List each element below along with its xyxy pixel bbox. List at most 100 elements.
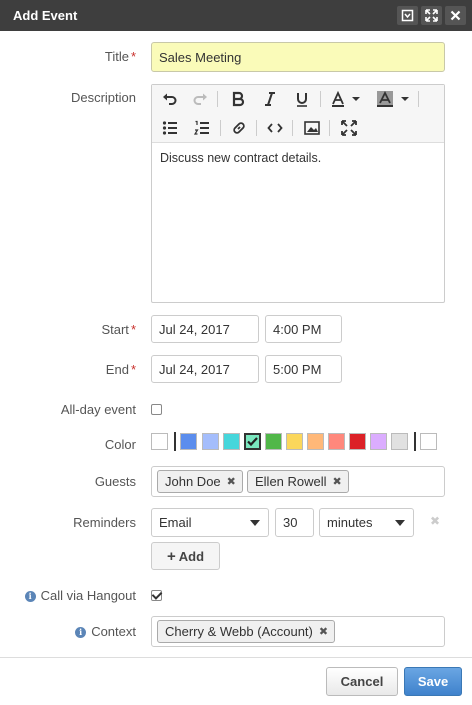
color-swatch[interactable] [328, 433, 345, 450]
dialog-footer [0, 657, 472, 705]
toolbar-separator [418, 91, 419, 107]
fullscreen-button[interactable] [339, 118, 359, 138]
editor-toolbar [152, 85, 444, 143]
italic-button[interactable] [260, 89, 280, 109]
redo-button[interactable] [190, 89, 210, 109]
minimize-button[interactable] [397, 6, 418, 25]
info-icon: i [75, 627, 87, 638]
underline-button[interactable] [292, 89, 312, 109]
allday-label: All-day event [60, 402, 136, 417]
color-swatch[interactable] [391, 433, 408, 450]
remove-reminder-icon[interactable]: ✖ [430, 514, 440, 528]
fullscreen-icon [341, 120, 357, 136]
hangout-label: i Call via Hangout [24, 588, 136, 603]
color-swatch[interactable] [202, 433, 219, 450]
context-label: i Context [75, 624, 136, 639]
background-color-icon [377, 91, 409, 107]
guest-tag-label: Ellen Rowell [255, 474, 327, 489]
context-input[interactable]: Cherry & Webb (Account) ✖ [151, 616, 445, 647]
undo-button[interactable] [160, 89, 180, 109]
end-time-input[interactable]: 5:00 PM [265, 355, 342, 383]
undo-icon [163, 93, 177, 105]
image-icon [304, 121, 320, 135]
hangout-checkbox[interactable] [151, 590, 162, 601]
color-palette-divider [174, 432, 176, 451]
maximize-icon [425, 9, 438, 22]
remove-guest-icon[interactable]: ✖ [227, 475, 236, 488]
guests-input[interactable]: John Doe ✖ Ellen Rowell ✖ [151, 466, 445, 497]
maximize-button[interactable] [421, 6, 442, 25]
code-button[interactable] [265, 118, 285, 138]
bold-button[interactable] [228, 89, 248, 109]
minimize-icon [401, 9, 414, 22]
link-button[interactable] [229, 118, 249, 138]
reminder-unit-select[interactable]: minutes [319, 508, 414, 537]
bold-icon [232, 91, 245, 107]
context-tag: Cherry & Webb (Account) ✖ [157, 620, 336, 643]
reminder-method-value: Email [159, 515, 192, 530]
guests-label: Guests [94, 474, 136, 489]
numbered-list-button[interactable] [192, 118, 212, 138]
start-label: Start * [101, 322, 136, 337]
add-reminder-button[interactable]: + Add [151, 542, 220, 570]
numbered-list-icon [194, 120, 209, 135]
image-button[interactable] [302, 118, 322, 138]
color-swatch[interactable] [180, 433, 197, 450]
bulleted-list-icon [162, 121, 177, 135]
info-icon: i [24, 591, 36, 602]
title-label: Title * [104, 49, 136, 64]
toolbar-separator [329, 120, 330, 136]
dialog-titlebar: Add Event [0, 0, 472, 31]
underline-icon [297, 93, 307, 107]
color-swatch[interactable] [420, 433, 437, 450]
save-button[interactable]: Save [404, 667, 462, 696]
link-icon [233, 122, 245, 134]
color-swatch[interactable] [265, 433, 282, 450]
color-label: Color [104, 437, 136, 452]
chevron-down-icon [250, 520, 260, 526]
description-label: Description [70, 90, 136, 105]
close-button[interactable] [445, 6, 466, 25]
close-icon [450, 10, 461, 21]
color-palette-divider [414, 432, 416, 451]
color-swatch[interactable] [151, 433, 168, 450]
add-reminder-label: Add [178, 548, 205, 564]
allday-checkbox[interactable] [151, 404, 162, 415]
end-date-input[interactable]: Jul 24, 2017 [151, 355, 259, 383]
title-input[interactable]: Sales Meeting [151, 42, 445, 72]
start-time-input[interactable]: 4:00 PM [265, 315, 342, 343]
color-swatch[interactable] [223, 433, 240, 450]
guest-tag: Ellen Rowell ✖ [247, 470, 349, 493]
description-text-area[interactable]: Discuss new contract details. [152, 143, 444, 173]
bulleted-list-button[interactable] [160, 118, 180, 138]
color-swatch[interactable] [244, 433, 261, 450]
toolbar-separator [320, 91, 321, 107]
dialog-title: Add Event [13, 8, 78, 23]
remove-context-icon[interactable]: ✖ [319, 625, 328, 638]
toolbar-separator [292, 120, 293, 136]
end-label: End * [105, 362, 136, 377]
color-swatch[interactable] [307, 433, 324, 450]
toolbar-separator [256, 120, 257, 136]
guest-tag: John Doe ✖ [157, 470, 243, 493]
remove-guest-icon[interactable]: ✖ [333, 475, 342, 488]
chevron-down-icon [395, 520, 405, 526]
text-color-icon [332, 91, 360, 107]
color-swatch[interactable] [349, 433, 366, 450]
check-icon [247, 437, 258, 447]
start-date-input[interactable]: Jul 24, 2017 [151, 315, 259, 343]
reminder-amount-input[interactable]: 30 [275, 508, 314, 537]
italic-icon [265, 92, 275, 106]
color-swatch[interactable] [286, 433, 303, 450]
reminder-method-select[interactable]: Email [151, 508, 269, 537]
guest-tag-label: John Doe [165, 474, 221, 489]
context-tag-label: Cherry & Webb (Account) [165, 624, 313, 639]
code-icon [267, 123, 283, 133]
background-color-button[interactable] [376, 89, 410, 109]
text-color-button[interactable] [330, 89, 362, 109]
toolbar-separator [217, 91, 218, 107]
color-swatch[interactable] [370, 433, 387, 450]
description-editor: Discuss new contract details. [151, 84, 445, 303]
reminder-unit-value: minutes [327, 515, 373, 530]
cancel-button[interactable]: Cancel [326, 667, 398, 696]
